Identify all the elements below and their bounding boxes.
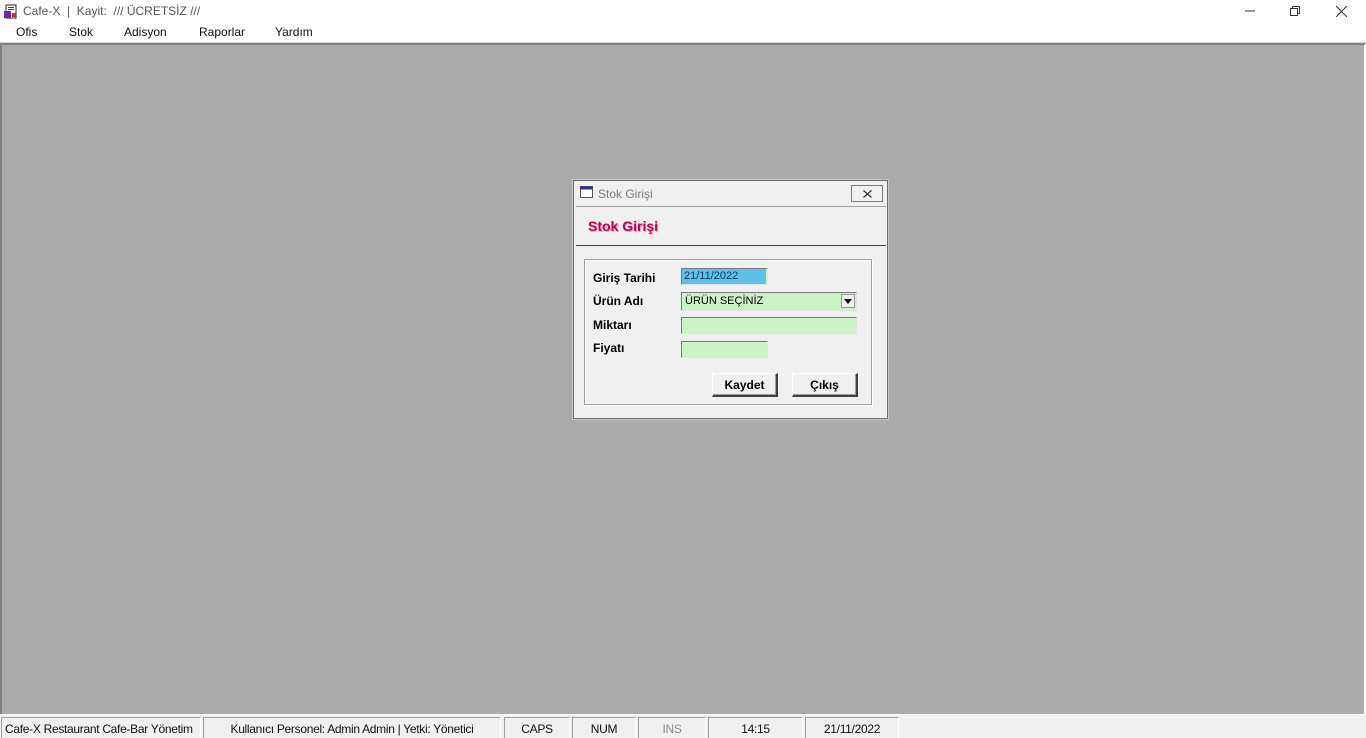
restore-icon [1290,6,1300,16]
product-label: Ürün Adı [593,294,644,308]
price-label: Fiyatı [593,341,625,355]
chevron-down-icon[interactable] [841,294,855,308]
status-ins: INS [638,717,706,738]
form-icon [580,186,593,198]
quantity-field[interactable] [681,317,857,334]
menu-adisyon[interactable]: Adisyon [124,25,167,39]
date-field[interactable]: 21/11/2022 [681,268,768,285]
window-title: Cafe-X | Kayit: /// ÜCRETSİZ /// [23,4,201,18]
restore-button[interactable] [1272,0,1318,22]
menu-yardim[interactable]: Yardım [275,25,313,39]
status-caps: CAPS [504,717,570,738]
price-field[interactable] [681,341,768,358]
form-group: Giriş Tarihi 21/11/2022 Ürün Adı ÜRÜN SE… [584,259,872,405]
dialog-titlebar[interactable]: Stok Girişi [574,181,887,206]
minimize-button[interactable] [1227,0,1273,22]
app-icon [4,4,18,19]
status-time: 14:15 [708,717,803,738]
status-user: Kullanıcı Personel: Admin Admin | Yetki:… [203,717,501,738]
save-button[interactable]: Kaydet [712,373,778,397]
status-app: Cafe-X Restaurant Cafe-Bar Yönetim [1,717,201,738]
menu-bar: Ofis Stok Adisyon Raporlar Yardım [0,22,1366,43]
menu-stok[interactable]: Stok [69,25,93,39]
dialog-title: Stok Girişi [598,187,653,201]
close-icon [862,189,872,198]
status-bar: Cafe-X Restaurant Cafe-Bar Yönetim Kulla… [0,714,1366,738]
status-num: NUM [572,717,636,738]
window-titlebar: Cafe-X | Kayit: /// ÜCRETSİZ /// [0,0,1366,22]
date-value: 21/11/2022 [682,269,766,284]
close-icon [1335,5,1347,17]
dialog-heading: Stok Girişi [588,218,659,234]
dialog-close-button[interactable] [851,185,883,202]
product-value: ÜRÜN SEÇİNİZ [685,295,764,307]
product-combobox[interactable]: ÜRÜN SEÇİNİZ [681,292,857,311]
close-button[interactable] [1318,0,1364,22]
date-label: Giriş Tarihi [593,271,656,285]
quantity-label: Miktarı [593,318,632,332]
stock-entry-dialog: Stok Girişi Stok Girişi Giriş Tarihi 21/… [573,180,888,419]
exit-button[interactable]: Çıkış [792,373,858,397]
minimize-icon [1245,10,1255,12]
dialog-header: Stok Girişi [576,206,886,246]
menu-raporlar[interactable]: Raporlar [199,25,245,39]
status-date: 21/11/2022 [805,717,899,738]
menu-ofis[interactable]: Ofis [16,25,37,39]
